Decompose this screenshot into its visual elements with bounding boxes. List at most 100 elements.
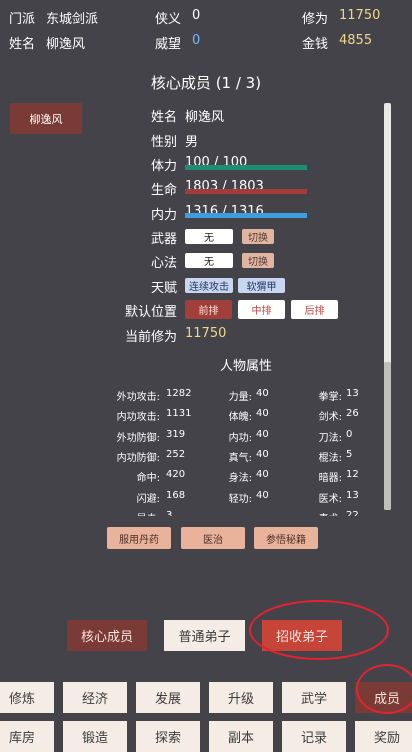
position-back-button[interactable]: 后排 (291, 300, 338, 319)
nav-explore[interactable]: 探索 (136, 721, 200, 752)
attr-label: 真气: (228, 452, 252, 464)
cultivation-label: 修为 (302, 12, 329, 27)
attributes-panel[interactable]: 外功攻击: 1282 内功攻击: 1131 外功防御: 319 内功防御: 252 命中: 420… (0, 380, 380, 516)
attr-value: 40 (256, 428, 269, 440)
attr-label: 毒术: (319, 510, 342, 516)
default-position-label: 默认位置 (124, 305, 177, 320)
current-cultivation-value: 11750 (185, 326, 227, 341)
heart-method-slot[interactable]: 无 (185, 253, 233, 268)
prestige-value: 0 (192, 33, 201, 48)
attr-value: 5 (346, 448, 353, 460)
attr-value: 252 (166, 448, 186, 460)
heart-method-switch-button[interactable]: 切换 (242, 253, 274, 268)
study-manual-button[interactable]: 参悟秘籍 (254, 527, 318, 549)
nav-rewards[interactable]: 奖励 (355, 721, 412, 752)
attr-value: 13 (346, 489, 359, 501)
heart-method-label: 心法 (150, 256, 177, 271)
weapon-switch-button[interactable]: 切换 (242, 229, 274, 244)
nav-forge[interactable]: 锻造 (63, 721, 127, 752)
highlight-ring-members (356, 664, 412, 714)
attr-label: 内功防御: (116, 452, 160, 464)
weapon-label: 武器 (150, 232, 177, 247)
highlight-ring-recruit (249, 600, 389, 660)
tab-core-members[interactable]: 核心成员 (67, 620, 147, 651)
attr-value: 12 (346, 469, 359, 481)
attr-label: 内功: (228, 432, 252, 444)
current-cultivation-label: 当前修为 (124, 330, 177, 345)
sect-label: 门派 (9, 12, 36, 27)
name-value: 柳逸风 (46, 37, 86, 52)
attr-label: 医术: (318, 493, 342, 505)
nav-upgrade[interactable]: 升级 (209, 682, 273, 713)
hp-bar (185, 189, 307, 194)
prestige-label: 威望 (155, 37, 182, 52)
stamina-label: 体力 (150, 159, 177, 174)
attr-value: 3 (166, 509, 173, 516)
stamina-bar (185, 165, 307, 170)
nav-economy[interactable]: 经济 (63, 682, 127, 713)
attr-label: 命中: (136, 473, 160, 485)
talent-badge-1[interactable]: 连续攻击 (185, 278, 233, 293)
attr-value: 1282 (166, 388, 192, 399)
take-pill-button[interactable]: 服用丹药 (107, 527, 171, 549)
attr-value: 40 (256, 388, 269, 399)
cultivation-value: 11750 (339, 8, 381, 23)
attr-value: 40 (256, 489, 269, 501)
attr-value: 26 (346, 408, 359, 420)
chivalry-label: 侠义 (155, 12, 182, 27)
attr-value: 40 (256, 408, 269, 420)
weapon-slot[interactable]: 无 (185, 229, 233, 244)
attr-label: 体魄: (228, 412, 252, 424)
attr-label: 外功攻击: (116, 392, 160, 403)
nav-cultivate[interactable]: 修炼 (0, 682, 54, 713)
mp-label: 内力 (150, 208, 177, 223)
name-label: 姓名 (9, 37, 36, 52)
gender-label: 性别 (150, 135, 177, 150)
talent-badge-2[interactable]: 软猬甲 (238, 278, 285, 293)
attr-label: 棍法: (318, 452, 342, 464)
attr-value: 0 (346, 428, 353, 440)
nav-martial-arts[interactable]: 武学 (282, 682, 346, 713)
attr-label: 剑术: (318, 412, 342, 424)
attr-label: 轻功: (228, 493, 252, 505)
section-title: 核心成员 (1 / 3) (150, 74, 262, 92)
gender-value: 男 (185, 135, 199, 150)
attr-label: 暗器: (318, 473, 342, 485)
heal-button[interactable]: 医治 (181, 527, 245, 549)
attr-label: 身法: (228, 473, 252, 485)
attr-label: 闪避: (136, 493, 160, 505)
attr-value: 40 (256, 469, 269, 481)
money-value: 4855 (339, 33, 373, 48)
attr-label: 暴击: (137, 510, 160, 516)
nav-develop[interactable]: 发展 (136, 682, 200, 713)
attr-value: 420 (166, 469, 186, 481)
detail-name-label: 姓名 (150, 110, 177, 125)
detail-name-value: 柳逸风 (185, 110, 225, 125)
position-middle-button[interactable]: 中排 (238, 300, 285, 319)
nav-dungeon[interactable]: 副本 (209, 721, 273, 752)
attr-value: 13 (346, 388, 359, 399)
attr-label: 力量: (228, 392, 252, 403)
money-label: 金钱 (302, 37, 329, 52)
detail-scroll-thumb[interactable] (384, 362, 391, 510)
talent-label: 天赋 (150, 281, 177, 296)
nav-warehouse[interactable]: 库房 (0, 721, 54, 752)
attr-label: 外功防御: (116, 432, 160, 444)
attr-value: 168 (166, 489, 186, 501)
position-front-button[interactable]: 前排 (185, 300, 232, 319)
attributes-title: 人物属性 (219, 359, 272, 374)
chivalry-value: 0 (192, 8, 201, 23)
attr-label: 拳掌: (318, 392, 342, 403)
mp-bar (185, 213, 307, 218)
hp-label: 生命 (150, 183, 177, 198)
attr-label: 刀法: (318, 432, 342, 444)
nav-records[interactable]: 记录 (282, 721, 346, 752)
attr-value: 22 (346, 509, 359, 516)
member-card[interactable]: 柳逸风 (10, 103, 82, 134)
sect-value: 东城剑派 (46, 12, 99, 27)
attr-value: 1131 (166, 408, 192, 420)
attr-value: 40 (256, 448, 269, 460)
attr-value: 319 (166, 428, 186, 440)
attr-label: 内功攻击: (116, 412, 160, 424)
tab-regular-disciples[interactable]: 普通弟子 (164, 620, 245, 651)
